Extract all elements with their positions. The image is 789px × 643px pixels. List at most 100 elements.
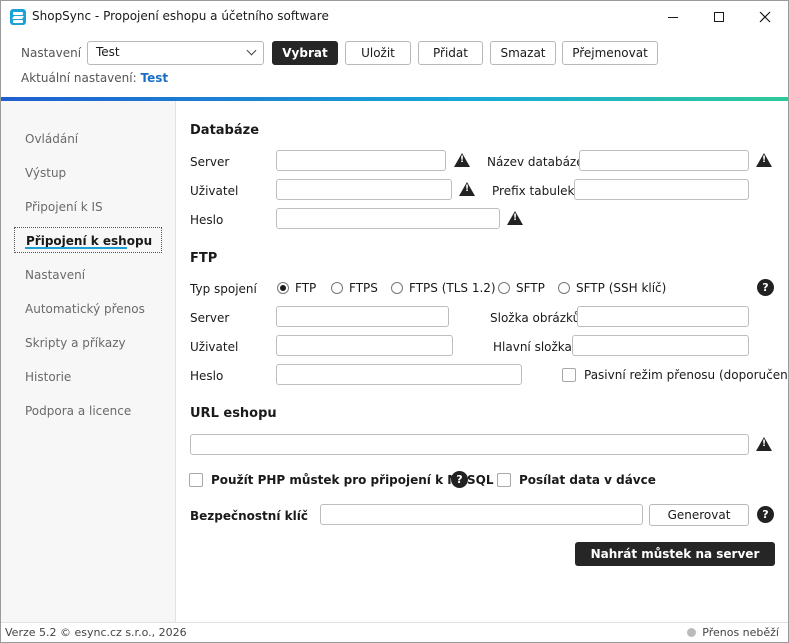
select-button[interactable]: Vybrat <box>272 41 338 65</box>
php-bridge-checkbox[interactable]: Použít PHP můstek pro připojení k MySQL <box>189 473 494 487</box>
ftp-user-input[interactable] <box>276 335 453 356</box>
database-section-title: Databáze <box>190 123 260 138</box>
ftp-server-label: Server <box>190 311 230 325</box>
ftp-user-label: Uživatel <box>190 340 239 354</box>
app-logo-icon <box>10 9 26 25</box>
status-indicator-icon <box>687 628 697 637</box>
maximize-button[interactable] <box>696 1 742 33</box>
settings-select[interactable]: Test <box>87 41 264 65</box>
sidebar-item-eshop-connection[interactable]: Připojení k eshopu <box>14 227 162 253</box>
radio-ftps-tls[interactable]: FTPS (TLS 1.2) <box>391 281 496 295</box>
help-circle-icon[interactable]: ? <box>451 471 468 488</box>
checkbox-box <box>189 473 203 487</box>
url-section-title: URL eshopu <box>190 406 277 421</box>
eshop-connection-panel: Databáze Server Název databáze Uživatel … <box>176 101 788 622</box>
ftp-password-label: Heslo <box>190 369 224 383</box>
chevron-down-icon <box>246 45 257 56</box>
close-button[interactable] <box>742 1 788 33</box>
sidebar-item-label: Připojení k eshopu <box>26 234 153 248</box>
radio-label: FTPS (TLS 1.2) <box>409 281 496 295</box>
db-user-label: Uživatel <box>190 184 239 198</box>
db-name-label: Název databáze <box>487 155 584 169</box>
settings-toolbar: Nastavení Test Vybrat Uložit Přidat Smaz… <box>1 33 788 97</box>
radio-dot <box>277 282 289 294</box>
app-window: ShopSync - Propojení eshopu a účetního s… <box>0 0 789 643</box>
radio-dot <box>498 282 510 294</box>
ftp-section-title: FTP <box>190 251 218 266</box>
radio-label: SFTP (SSH klíč) <box>576 281 667 295</box>
security-key-input[interactable] <box>320 504 643 525</box>
close-icon <box>759 11 771 23</box>
window-title: ShopSync - Propojení eshopu a účetního s… <box>32 9 329 23</box>
db-password-label: Heslo <box>190 213 224 227</box>
sidebar-item-history[interactable]: Historie <box>14 363 162 389</box>
eshop-url-input[interactable] <box>190 434 749 455</box>
current-setting-label: Aktuální nastavení: <box>21 71 137 85</box>
settings-select-value: Test <box>96 45 120 59</box>
images-folder-label: Složka obrázků <box>490 311 581 325</box>
warning-triangle-icon <box>756 437 772 451</box>
status-bar: Verze 5.2 © esync.cz s.r.o., 2026 Přenos… <box>1 622 788 642</box>
main-folder-input[interactable] <box>572 335 749 356</box>
batch-send-label: Posílat data v dávce <box>519 473 656 487</box>
generate-button[interactable]: Generovat <box>649 504 749 526</box>
ftp-password-input[interactable] <box>276 364 522 385</box>
help-circle-icon[interactable]: ? <box>757 279 774 296</box>
batch-send-checkbox[interactable]: Posílat data v dávce <box>497 473 656 487</box>
current-setting-value: Test <box>140 71 169 85</box>
sidebar-item-scripts[interactable]: Skripty a příkazy <box>14 329 162 355</box>
checkbox-box <box>497 473 511 487</box>
passive-mode-label: Pasivní režim přenosu (doporučeno) <box>584 368 789 382</box>
db-name-input[interactable] <box>579 150 749 171</box>
radio-ftps[interactable]: FTPS <box>331 281 378 295</box>
radio-dot <box>558 282 570 294</box>
db-user-input[interactable] <box>276 179 452 200</box>
radio-dot <box>331 282 343 294</box>
sidebar-item-support[interactable]: Podpora a licence <box>14 397 162 423</box>
help-circle-icon[interactable]: ? <box>757 506 774 523</box>
table-prefix-label: Prefix tabulek <box>492 184 575 198</box>
active-indicator <box>25 247 127 249</box>
delete-button[interactable]: Smazat <box>490 41 556 65</box>
minimize-icon <box>668 16 678 18</box>
radio-label: FTPS <box>349 281 378 295</box>
minimize-button[interactable] <box>650 1 696 33</box>
radio-dot <box>391 282 403 294</box>
db-server-label: Server <box>190 155 230 169</box>
checkbox-box <box>562 368 576 382</box>
sidebar-item-is-connection[interactable]: Připojení k IS <box>14 193 162 219</box>
radio-sftp-ssh[interactable]: SFTP (SSH klíč) <box>558 281 666 295</box>
db-password-input[interactable] <box>276 208 500 229</box>
title-bar: ShopSync - Propojení eshopu a účetního s… <box>1 1 788 33</box>
transfer-status-text: Přenos neběží <box>702 626 779 639</box>
rename-button[interactable]: Přejmenovat <box>562 41 658 65</box>
warning-triangle-icon <box>507 211 523 225</box>
main-folder-label: Hlavní složka <box>493 340 572 354</box>
images-folder-input[interactable] <box>577 306 749 327</box>
ftp-server-input[interactable] <box>276 306 449 327</box>
maximize-icon <box>714 12 724 22</box>
radio-ftp[interactable]: FTP <box>277 281 316 295</box>
settings-label: Nastavení <box>21 46 82 60</box>
table-prefix-input[interactable] <box>574 179 749 200</box>
add-button[interactable]: Přidat <box>418 41 483 65</box>
upload-bridge-button[interactable]: Nahrát můstek na server <box>575 542 775 566</box>
radio-label: FTP <box>295 281 317 295</box>
version-info: Verze 5.2 © esync.cz s.r.o., 2026 <box>5 626 187 639</box>
radio-sftp[interactable]: SFTP <box>498 281 545 295</box>
db-server-input[interactable] <box>276 150 446 171</box>
save-button[interactable]: Uložit <box>345 41 411 65</box>
sidebar-item-auto-transfer[interactable]: Automatický přenos <box>14 295 162 321</box>
security-key-label: Bezpečnostní klíč <box>190 509 308 523</box>
passive-mode-checkbox[interactable]: Pasivní režim přenosu (doporučeno) <box>562 368 789 382</box>
sidebar: Ovládání Výstup Připojení k IS Připojení… <box>1 101 176 622</box>
connection-type-label: Typ spojení <box>190 282 257 296</box>
current-setting: Aktuální nastavení: Test <box>21 71 168 85</box>
sidebar-item-output[interactable]: Výstup <box>14 159 162 185</box>
sidebar-item-controls[interactable]: Ovládání <box>14 125 162 151</box>
warning-triangle-icon <box>459 182 475 196</box>
transfer-status: Přenos neběží <box>687 626 779 639</box>
radio-label: SFTP <box>516 281 545 295</box>
warning-triangle-icon <box>756 153 772 167</box>
sidebar-item-settings[interactable]: Nastavení <box>14 261 162 287</box>
